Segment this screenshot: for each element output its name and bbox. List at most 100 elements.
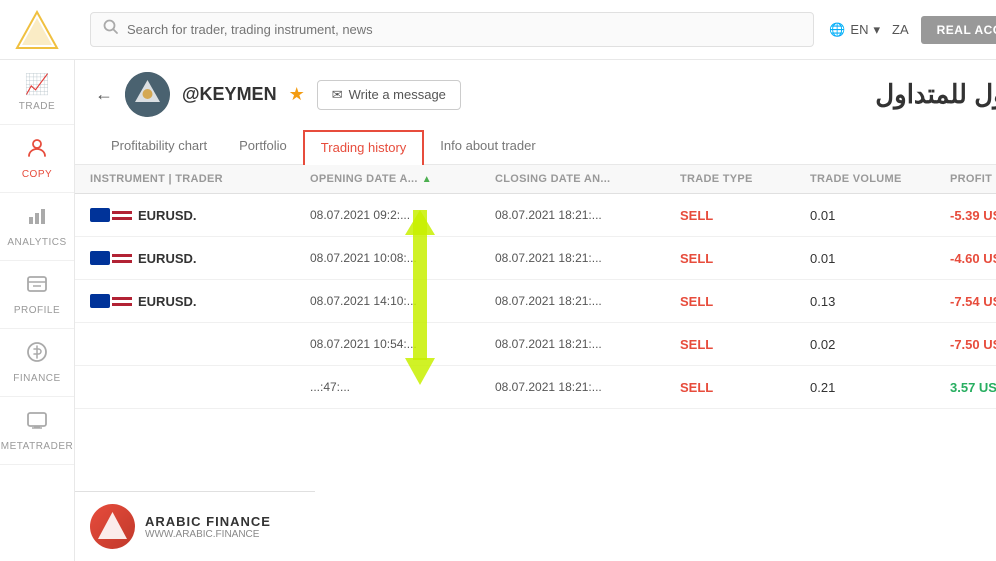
us-flag — [112, 294, 132, 308]
sidebar-item-label: ANALYTICS — [7, 237, 66, 248]
table-row: 08.07.2021 10:54:... 08.07.2021 18:21:..… — [75, 323, 996, 366]
profit: -7.54 USD — [950, 294, 996, 309]
chevron-down-icon: ▾ — [873, 22, 880, 38]
search-input[interactable] — [127, 22, 801, 37]
sidebar-item-metatrader[interactable]: METATRADER — [0, 397, 74, 465]
search-icon — [103, 19, 119, 40]
watermark-logo — [90, 504, 135, 549]
eu-flag — [90, 294, 110, 308]
instrument-cell: EURUSD. — [90, 294, 310, 309]
table-header: INSTRUMENT | TRADER OPENING DATE A... ▲ … — [75, 165, 996, 194]
back-button[interactable]: ← — [95, 84, 113, 105]
eu-flag — [90, 251, 110, 265]
sidebar-item-copy[interactable]: COPY — [0, 125, 74, 193]
trade-type: SELL — [680, 380, 810, 395]
sidebar-item-analytics[interactable]: ANALYTICS — [0, 193, 74, 261]
tab-trading-history[interactable]: Trading history — [303, 130, 425, 165]
sidebar-item-finance[interactable]: FINANCE — [0, 329, 74, 397]
write-message-button[interactable]: ✉ Write a message — [317, 80, 461, 110]
flag-icon: 🌐 — [829, 22, 845, 38]
watermark-text-block: ARABIC FINANCE WWW.ARABIC.FINANCE — [145, 514, 271, 540]
closing-date: 08.07.2021 18:21:... — [495, 337, 680, 351]
country-code: ZA — [892, 22, 909, 37]
tab-portfolio[interactable]: Portfolio — [223, 130, 303, 164]
trade-type: SELL — [680, 251, 810, 266]
us-flag — [112, 251, 132, 265]
trade-type: SELL — [680, 208, 810, 223]
trade-volume: 0.13 — [810, 294, 950, 309]
language-selector[interactable]: 🌐 EN ▾ — [829, 22, 880, 38]
table-row: ...:47:... 08.07.2021 18:21:... SELL 0.2… — [75, 366, 996, 409]
table-row: EURUSD. 08.07.2021 10:08:... 08.07.2021 … — [75, 237, 996, 280]
opening-date: 08.07.2021 14:10:... — [310, 294, 495, 308]
analytics-icon — [26, 205, 48, 233]
closing-date: 08.07.2021 18:21:... — [495, 251, 680, 265]
trade-volume: 0.01 — [810, 208, 950, 223]
col-instrument: INSTRUMENT | TRADER — [90, 173, 310, 185]
search-box[interactable] — [90, 12, 814, 47]
opening-date: 08.07.2021 10:08:... — [310, 251, 495, 265]
sidebar-item-label: METATRADER — [1, 441, 73, 452]
watermark: ARABIC FINANCE WWW.ARABIC.FINANCE — [75, 491, 315, 561]
topbar: 🌐 EN ▾ ZA REAL ACCOUNT ▾ — [75, 0, 996, 60]
flag-icons — [90, 208, 132, 222]
eu-flag — [90, 208, 110, 222]
trade-volume: 0.21 — [810, 380, 950, 395]
profit: -5.39 USD — [950, 208, 996, 223]
col-closing-date: CLOSING DATE AN... — [495, 173, 680, 185]
closing-date: 08.07.2021 18:21:... — [495, 294, 680, 308]
col-profit: PROFIT — [950, 173, 996, 185]
trade-type: SELL — [680, 294, 810, 309]
col-trade-volume: TRADE VOLUME — [810, 173, 950, 185]
metatrader-icon — [26, 409, 48, 437]
envelope-icon: ✉ — [332, 87, 343, 103]
profile-section: ← @KEYMEN ★ ✉ Write a message سجل التداو… — [75, 60, 996, 165]
copy-icon — [26, 137, 48, 165]
logo: LiteForex — [0, 0, 75, 60]
avatar — [125, 72, 170, 117]
instrument-cell: EURUSD. — [90, 208, 310, 223]
table-row: EURUSD. 08.07.2021 09:2:... 08.07.2021 1… — [75, 194, 996, 237]
opening-date: ...:47:... — [310, 380, 495, 394]
profile-header: ← @KEYMEN ★ ✉ Write a message سجل التداو… — [95, 72, 996, 117]
flag-icons — [90, 294, 132, 308]
sidebar: LiteForex 📈 TRADE COPY ANALYTICS — [0, 0, 75, 561]
col-trade-type: TRADE TYPE — [680, 173, 810, 185]
tab-profitability-chart[interactable]: Profitability chart — [95, 130, 223, 164]
profit: -7.50 USD — [950, 337, 996, 352]
table-row: EURUSD. 08.07.2021 14:10:... 08.07.2021 … — [75, 280, 996, 323]
real-account-button[interactable]: REAL ACCOUNT — [921, 16, 996, 44]
arabic-title: سجل التداول للمتداول — [875, 79, 996, 110]
watermark-url: WWW.ARABIC.FINANCE — [145, 529, 271, 540]
trade-volume: 0.02 — [810, 337, 950, 352]
col-opening-date[interactable]: OPENING DATE A... ▲ — [310, 173, 495, 185]
trade-type: SELL — [680, 337, 810, 352]
tab-info-about-trader[interactable]: Info about trader — [424, 130, 551, 164]
sidebar-item-trade[interactable]: 📈 TRADE — [0, 60, 74, 125]
closing-date: 08.07.2021 18:21:... — [495, 208, 680, 222]
language-code: EN — [850, 22, 868, 37]
opening-date: 08.07.2021 09:2:... — [310, 208, 495, 222]
us-flag — [112, 208, 132, 222]
sidebar-item-label: TRADE — [19, 101, 55, 112]
instrument-cell: EURUSD. — [90, 251, 310, 266]
trade-icon: 📈 — [25, 72, 50, 97]
flag-icons — [90, 251, 132, 265]
opening-date: 08.07.2021 10:54:... — [310, 337, 495, 351]
profit: -4.60 USD — [950, 251, 996, 266]
profile-icon — [26, 273, 48, 301]
sidebar-item-profile[interactable]: PROFILE — [0, 261, 74, 329]
tabs: Profitability chart Portfolio Trading hi… — [95, 129, 996, 164]
sidebar-item-label: COPY — [22, 169, 52, 180]
main-content: 🌐 EN ▾ ZA REAL ACCOUNT ▾ ← — [75, 0, 996, 561]
topbar-right: 🌐 EN ▾ ZA REAL ACCOUNT ▾ — [829, 12, 996, 48]
profit: 3.57 USD — [950, 380, 996, 395]
finance-icon — [26, 341, 48, 369]
favorite-star-icon[interactable]: ★ — [289, 84, 305, 105]
sidebar-item-label: PROFILE — [14, 305, 60, 316]
watermark-name: ARABIC FINANCE — [145, 514, 271, 529]
trade-volume: 0.01 — [810, 251, 950, 266]
sort-asc-icon: ▲ — [422, 174, 432, 185]
closing-date: 08.07.2021 18:21:... — [495, 380, 680, 394]
sidebar-item-label: FINANCE — [13, 373, 60, 384]
